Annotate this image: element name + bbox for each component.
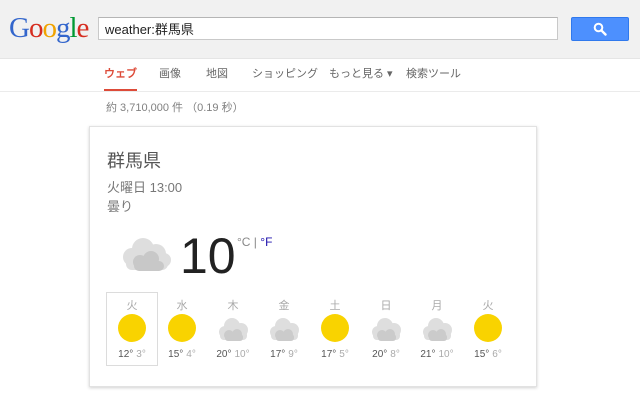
forecast-high: 20° bbox=[372, 349, 388, 360]
forecast-day-name: 日 bbox=[380, 300, 392, 312]
search-input[interactable] bbox=[98, 17, 558, 40]
forecast-day[interactable]: 火 12° 3° bbox=[106, 292, 158, 366]
forecast-day-name: 火 bbox=[482, 300, 494, 312]
cloudy-icon bbox=[259, 311, 309, 345]
tab-maps[interactable]: 地図 bbox=[206, 59, 228, 91]
forecast-high: 15° bbox=[168, 349, 184, 360]
tab-search-tools[interactable]: 検索ツール bbox=[406, 59, 461, 91]
cloudy-icon bbox=[208, 311, 258, 345]
forecast-low: 10° bbox=[438, 349, 454, 360]
sunny-icon bbox=[463, 311, 513, 345]
current-temperature: 10 bbox=[180, 228, 236, 284]
forecast-day[interactable]: 土 17° 5° bbox=[310, 293, 360, 365]
search-button[interactable] bbox=[571, 17, 629, 41]
sunny-icon bbox=[157, 311, 207, 345]
forecast-day-name: 水 bbox=[176, 300, 188, 312]
weather-card: 群馬県 火曜日 13:00 曇り 10 °C | °F 火 12° 3° 水 1… bbox=[89, 126, 537, 387]
sunny-icon bbox=[310, 311, 360, 345]
forecast-day[interactable]: 月 21° 10° bbox=[412, 293, 462, 365]
top-bar: Google bbox=[0, 0, 640, 59]
weather-condition: 曇り bbox=[107, 199, 134, 214]
search-nav: ウェブ 画像 地図 ショッピング もっと見る ▾ 検索ツール bbox=[0, 59, 640, 92]
cloudy-icon bbox=[361, 311, 411, 345]
forecast-day[interactable]: 日 20° 8° bbox=[361, 293, 411, 365]
forecast-high: 17° bbox=[321, 349, 337, 360]
tab-images[interactable]: 画像 bbox=[159, 59, 181, 91]
forecast-low: 3° bbox=[136, 349, 146, 360]
forecast-low: 4° bbox=[186, 349, 196, 360]
forecast-day[interactable]: 木 20° 10° bbox=[208, 293, 258, 365]
weather-location: 群馬県 bbox=[107, 151, 161, 171]
forecast-day[interactable]: 水 15° 4° bbox=[157, 293, 207, 365]
tab-more[interactable]: もっと見る ▾ bbox=[329, 59, 393, 91]
sunny-icon bbox=[107, 311, 157, 345]
forecast-day-name: 木 bbox=[227, 300, 239, 312]
forecast-low: 10° bbox=[234, 349, 250, 360]
result-stats: 約 3,710,000 件 （0.19 秒） bbox=[106, 102, 244, 114]
cloudy-icon bbox=[412, 311, 462, 345]
search-icon bbox=[593, 22, 607, 36]
forecast-day-name: 月 bbox=[431, 300, 443, 312]
unit-toggle: °C | °F bbox=[237, 235, 272, 249]
tab-shopping[interactable]: ショッピング bbox=[252, 59, 318, 91]
forecast-low: 6° bbox=[492, 349, 502, 360]
forecast-low: 5° bbox=[339, 349, 349, 360]
forecast-day[interactable]: 金 17° 9° bbox=[259, 293, 309, 365]
google-logo[interactable]: Google bbox=[9, 11, 89, 45]
unit-separator: | bbox=[250, 235, 261, 249]
forecast-low: 8° bbox=[390, 349, 400, 360]
forecast-low: 9° bbox=[288, 349, 298, 360]
unit-fahrenheit[interactable]: °F bbox=[260, 235, 272, 249]
forecast-high: 12° bbox=[118, 349, 134, 360]
forecast-day[interactable]: 火 15° 6° bbox=[463, 293, 513, 365]
unit-celsius[interactable]: °C bbox=[237, 235, 250, 249]
forecast-high: 17° bbox=[270, 349, 286, 360]
forecast-high: 20° bbox=[216, 349, 232, 360]
forecast-high: 21° bbox=[420, 349, 436, 360]
cloudy-icon bbox=[118, 229, 174, 278]
forecast-high: 15° bbox=[474, 349, 490, 360]
tab-web[interactable]: ウェブ bbox=[104, 59, 137, 91]
forecast-day-name: 金 bbox=[278, 300, 290, 312]
forecast-day-name: 土 bbox=[329, 300, 341, 312]
forecast-day-name: 火 bbox=[126, 300, 138, 312]
weather-datetime: 火曜日 13:00 bbox=[107, 180, 183, 195]
